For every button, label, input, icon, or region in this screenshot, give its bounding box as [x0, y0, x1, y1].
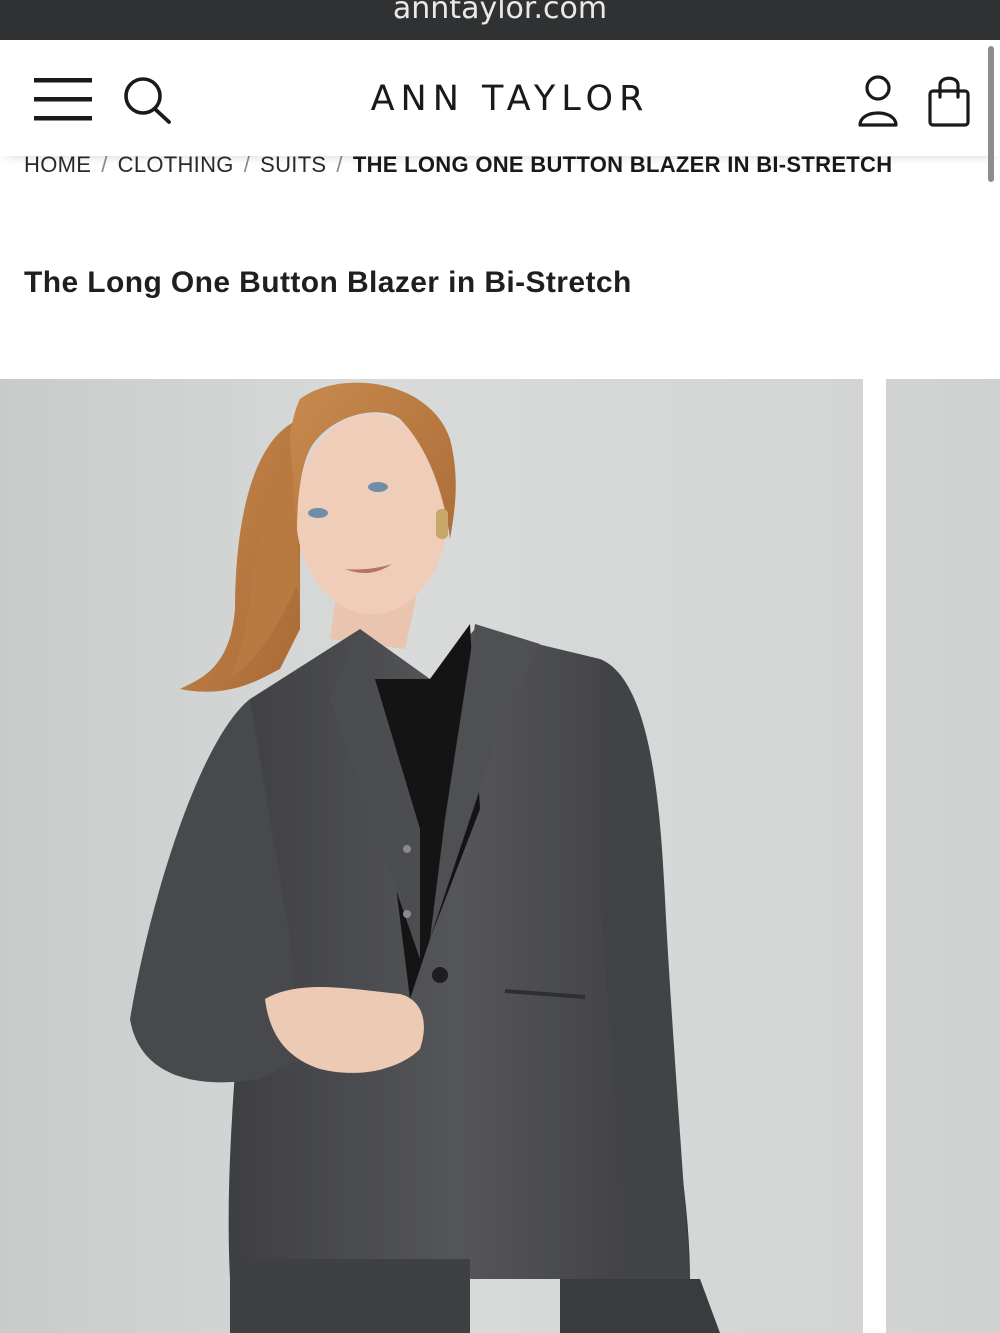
shopping-bag-icon[interactable]: [926, 73, 972, 129]
hamburger-menu-icon[interactable]: [34, 74, 92, 124]
product-title: The Long One Button Blazer in Bi-Stretch: [24, 266, 632, 299]
product-image-gallery[interactable]: [0, 379, 1000, 1333]
search-icon[interactable]: [122, 75, 174, 125]
model-photo-illustration: [130, 382, 720, 1333]
product-photo-main[interactable]: [0, 379, 863, 1333]
url-domain: anntaylor.com: [392, 0, 608, 26]
page-scrollbar[interactable]: [988, 46, 994, 182]
brand-logo[interactable]: ANN TAYLOR: [300, 78, 720, 120]
account-icon[interactable]: [854, 73, 902, 129]
product-photo-next[interactable]: [886, 379, 1000, 1333]
site-header: ANN TAYLOR: [0, 40, 1000, 156]
browser-url-bar[interactable]: anntaylor.com: [0, 0, 1000, 40]
